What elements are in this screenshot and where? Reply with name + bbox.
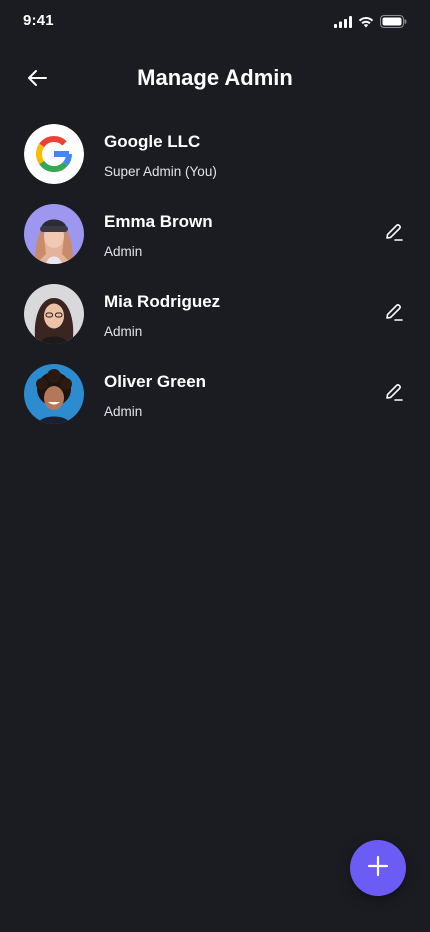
pencil-icon — [384, 222, 404, 247]
admin-role: Super Admin (You) — [104, 164, 217, 179]
status-time: 9:41 — [23, 12, 54, 29]
admin-list: Google LLC Super Admin (You) Emma Brown … — [0, 124, 430, 444]
admin-name: Emma Brown — [104, 212, 213, 231]
user-photo — [24, 204, 84, 264]
add-admin-button[interactable] — [350, 840, 406, 896]
admin-role: Admin — [104, 324, 143, 339]
edit-button[interactable] — [382, 302, 406, 326]
avatar-google — [24, 124, 84, 184]
admin-role: Admin — [104, 244, 143, 259]
wifi-icon — [358, 15, 374, 33]
page-title: Manage Admin — [137, 65, 293, 90]
admin-row-oliver[interactable]: Oliver Green Admin — [0, 364, 430, 444]
admin-role: Admin — [104, 404, 143, 419]
battery-icon — [380, 15, 407, 33]
admin-row-google[interactable]: Google LLC Super Admin (You) — [0, 124, 430, 204]
google-logo — [24, 124, 84, 184]
admin-name: Mia Rodriguez — [104, 292, 221, 311]
avatar-oliver — [24, 364, 84, 424]
user-photo — [24, 284, 84, 344]
admin-row-emma[interactable]: Emma Brown Admin — [0, 204, 430, 284]
admin-name: Oliver Green — [104, 372, 207, 391]
avatar-emma — [24, 204, 84, 264]
admin-row-mia[interactable]: Mia Rodriguez Admin — [0, 284, 430, 364]
pencil-icon — [384, 382, 404, 407]
avatar-mia — [24, 284, 84, 344]
admin-name: Google LLC — [104, 132, 201, 151]
status-icons — [334, 15, 407, 33]
header: Manage Admin — [0, 56, 430, 104]
edit-button[interactable] — [382, 222, 406, 246]
status-bar: 9:41 — [0, 0, 430, 44]
signal-icon — [334, 15, 352, 33]
user-photo — [24, 364, 84, 424]
pencil-icon — [384, 302, 404, 327]
plus-icon — [366, 854, 390, 883]
edit-button[interactable] — [382, 382, 406, 406]
